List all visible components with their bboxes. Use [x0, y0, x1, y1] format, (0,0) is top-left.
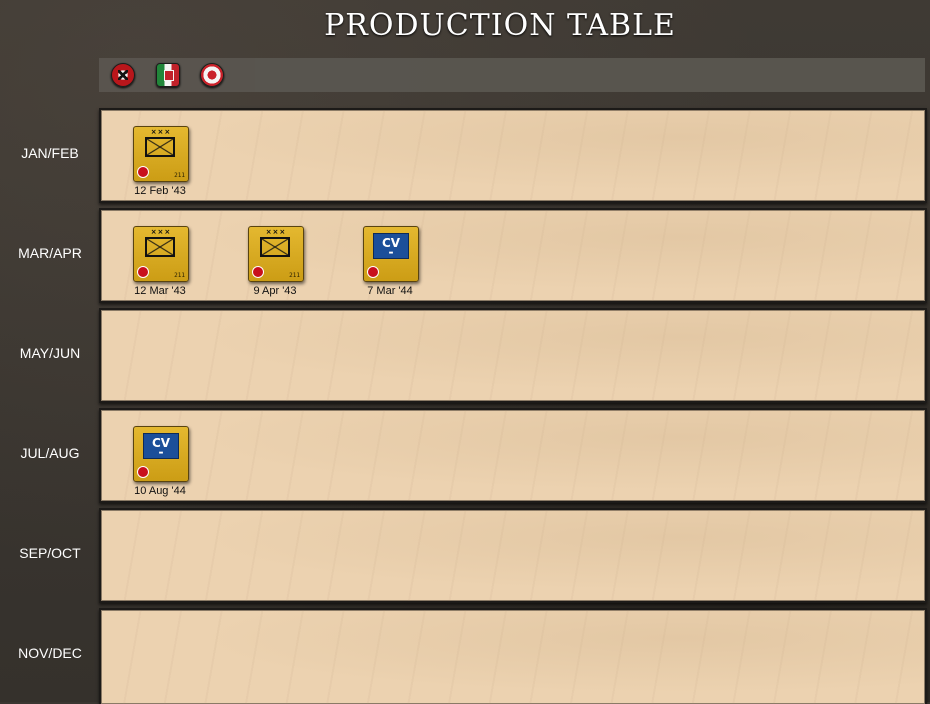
page-title: PRODUCTION TABLE	[324, 8, 676, 43]
unit-date: 12 Mar '43	[134, 285, 186, 297]
unit-counter[interactable]: ××× 211	[133, 126, 189, 182]
germany-flag-icon[interactable]	[111, 63, 135, 87]
row-panel-nov-dec	[99, 608, 927, 704]
row-panel-sep-oct	[99, 508, 927, 603]
row-panel-mar-apr: ××× 211 12 Mar '43 ××× 211 9 Apr '43 CV …	[99, 208, 927, 303]
unit-code: 211	[174, 272, 185, 279]
carrier-counter[interactable]: CV ▬	[363, 226, 419, 282]
row-label-jul-aug: JUL/AUG	[20, 445, 80, 461]
carrier-label: CV	[381, 236, 401, 250]
carrier-counter[interactable]: CV ▬	[133, 426, 189, 482]
army-size-icon: ×××	[150, 228, 172, 236]
nation-dot-icon	[252, 266, 264, 278]
unit-counter[interactable]: ××× 211	[133, 226, 189, 282]
army-size-icon: ×××	[265, 228, 287, 236]
row-label-jan-feb: JAN/FEB	[21, 145, 79, 161]
unit-date: 9 Apr '43	[253, 285, 297, 297]
nation-dot-icon	[367, 266, 379, 278]
row-label-sep-oct: SEP/OCT	[19, 545, 81, 561]
infantry-icon	[260, 237, 290, 257]
italy-flag-icon[interactable]	[156, 63, 180, 87]
row-label-mar-apr: MAR/APR	[18, 245, 82, 261]
infantry-icon	[145, 237, 175, 257]
unit-code: 211	[174, 172, 185, 179]
nation-filter-bar	[99, 58, 925, 92]
carrier-icon: CV ▬	[143, 433, 179, 459]
unit-date: 7 Mar '44	[367, 285, 413, 297]
nation-dot-icon	[137, 166, 149, 178]
row-label-may-jun: MAY/JUN	[19, 345, 81, 361]
japan-flag-icon[interactable]	[200, 63, 224, 87]
carrier-icon: CV ▬	[373, 233, 409, 259]
row-panel-jul-aug: CV ▬ 10 Aug '44	[99, 408, 927, 503]
infantry-icon	[145, 137, 175, 157]
unit-date: 12 Feb '43	[134, 185, 186, 197]
nation-dot-icon	[137, 266, 149, 278]
row-panel-may-jun	[99, 308, 927, 403]
unit-date: 10 Aug '44	[134, 485, 186, 497]
carrier-label: CV	[151, 436, 171, 450]
row-label-nov-dec: NOV/DEC	[18, 645, 82, 661]
unit-code: 211	[289, 272, 300, 279]
nation-dot-icon	[137, 466, 149, 478]
unit-counter[interactable]: ××× 211	[248, 226, 304, 282]
row-panel-jan-feb: ××× 211 12 Feb '43	[99, 108, 927, 203]
army-size-icon: ×××	[150, 128, 172, 136]
